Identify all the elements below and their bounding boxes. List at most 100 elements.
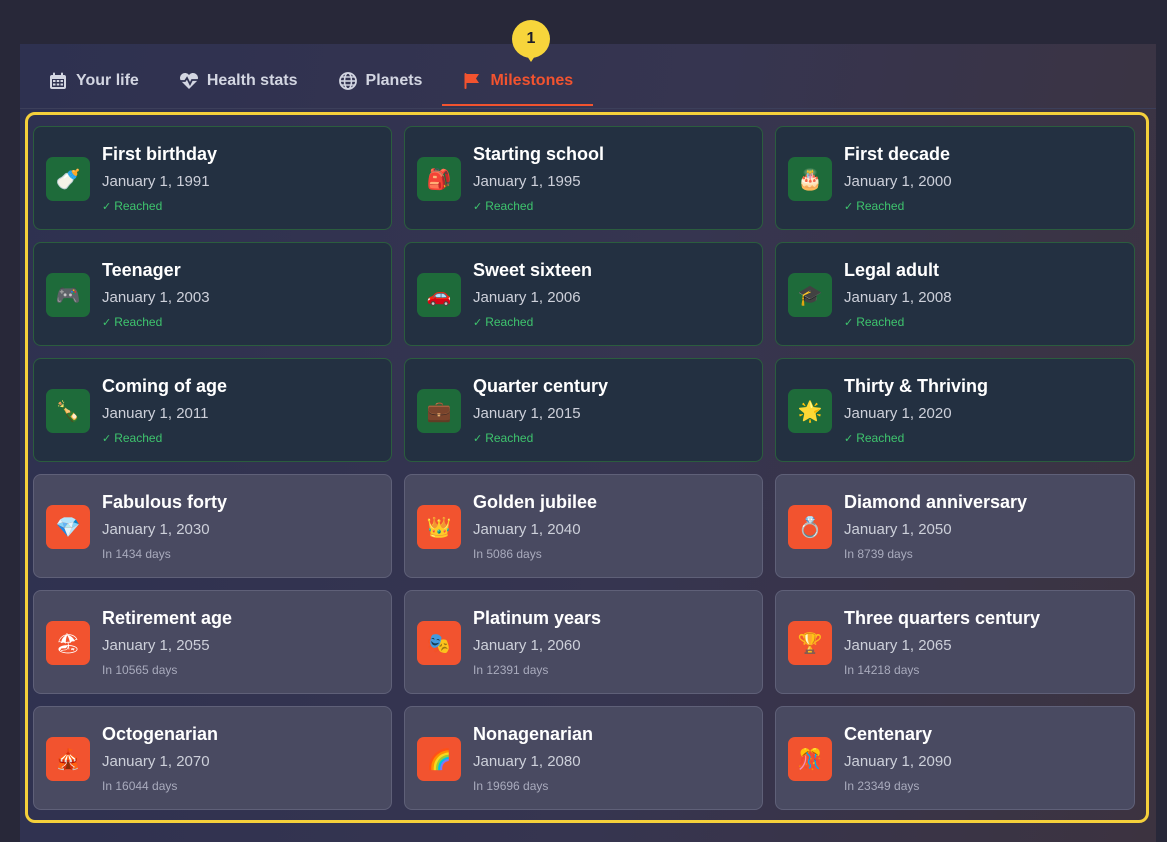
beach-icon-glyph: 🏖 [55, 632, 81, 655]
check-icon: ✓ [102, 201, 112, 213]
crown-icon: 👑 [417, 505, 461, 549]
graduation-cap-icon-glyph: 🎓 [797, 284, 823, 307]
check-icon: ✓ [473, 433, 483, 445]
milestone-date: January 1, 2070 [102, 753, 210, 770]
check-icon: ✓ [473, 317, 483, 329]
tab-label: Planets [365, 72, 423, 89]
milestone-status-text: Reached [856, 431, 905, 445]
milestone-status: ✓ Reached [473, 431, 750, 446]
milestone-title: Quarter century [473, 376, 609, 396]
milestone-status-text: Reached [856, 315, 905, 329]
milestone-card: 🍼 First birthday January 1, 1991 ✓ Reached [33, 126, 392, 230]
milestone-status: ✓ Reached [844, 315, 1122, 330]
milestone-title: Sweet sixteen [473, 260, 593, 280]
car-icon-glyph: 🚗 [426, 284, 452, 307]
globe-icon [338, 71, 358, 91]
graduation-cap-icon: 🎓 [788, 273, 832, 317]
milestone-title: Centenary [844, 724, 933, 744]
milestone-date: January 1, 2020 [844, 405, 952, 422]
calendar-icon [48, 71, 68, 91]
milestone-title: Thirty & Thriving [844, 376, 988, 396]
tab-milestones[interactable]: Milestones [442, 56, 593, 106]
milestone-status-text: Reached [856, 199, 905, 213]
trophy-icon: 🏆 [788, 621, 832, 665]
milestone-status: In 23349 days [844, 779, 1122, 793]
milestone-date: January 1, 2040 [473, 521, 581, 538]
circus-tent-icon-glyph: 🎪 [55, 748, 81, 771]
milestone-date: January 1, 2008 [844, 289, 952, 306]
tab-bar: Your life Health stats Planets Milestone… [28, 56, 593, 108]
milestone-date: January 1, 2006 [473, 289, 581, 306]
milestone-status: In 10565 days [102, 663, 379, 677]
flag-icon [462, 71, 482, 91]
tab-health-stats[interactable]: Health stats [159, 56, 318, 106]
milestone-title: Retirement age [102, 608, 233, 628]
milestone-status: ✓ Reached [844, 431, 1122, 446]
milestone-status-text: In 10565 days [102, 663, 178, 677]
milestone-status-text: In 5086 days [473, 547, 542, 561]
tab-divider [20, 108, 1156, 109]
check-icon: ✓ [102, 433, 112, 445]
game-controller-icon-glyph: 🎮 [55, 284, 81, 307]
milestone-card: 🎒 Starting school January 1, 1995 ✓ Reached [404, 126, 763, 230]
milestone-status-text: Reached [114, 315, 163, 329]
theater-icon-glyph: 🎭 [426, 632, 452, 655]
step-badge: 1 [512, 20, 550, 62]
milestone-status: In 1434 days [102, 547, 379, 561]
milestone-title: Legal adult [844, 260, 940, 280]
milestone-card: 🎮 Teenager January 1, 2003 ✓ Reached [33, 242, 392, 346]
check-icon: ✓ [844, 433, 854, 445]
champagne-icon: 🍾 [46, 389, 90, 433]
milestone-date: January 1, 2003 [102, 289, 210, 306]
tab-label: Health stats [206, 72, 298, 89]
milestone-status: In 16044 days [102, 779, 379, 793]
milestone-status-text: Reached [485, 431, 534, 445]
tab-label: Milestones [490, 72, 574, 89]
star-icon: 🌟 [788, 389, 832, 433]
crown-icon-glyph: 👑 [426, 516, 452, 539]
milestone-date: January 1, 1991 [102, 173, 210, 190]
theater-icon: 🎭 [417, 621, 461, 665]
milestone-status: In 5086 days [473, 547, 750, 561]
milestone-status-text: In 12391 days [473, 663, 549, 677]
milestone-status: ✓ Reached [102, 431, 379, 446]
briefcase-icon: 💼 [417, 389, 461, 433]
milestone-date: January 1, 2015 [473, 405, 581, 422]
milestone-card: 🎓 Legal adult January 1, 2008 ✓ Reached [775, 242, 1135, 346]
milestone-card: 🎂 First decade January 1, 2000 ✓ Reached [775, 126, 1135, 230]
tab-your-life[interactable]: Your life [28, 56, 159, 106]
milestone-status: In 8739 days [844, 547, 1122, 561]
milestone-date: January 1, 2055 [102, 637, 210, 654]
milestone-status: ✓ Reached [102, 315, 379, 330]
briefcase-icon-glyph: 💼 [426, 400, 452, 423]
milestone-status-text: Reached [114, 199, 163, 213]
milestone-title: Starting school [473, 144, 605, 164]
ring-icon-glyph: 💍 [797, 516, 823, 539]
milestone-card: 👑 Golden jubilee January 1, 2040 In 5086 da… [404, 474, 763, 578]
milestone-date: January 1, 2080 [473, 753, 581, 770]
check-icon: ✓ [102, 317, 112, 329]
milestone-card: 🎭 Platinum years January 1, 2060 In 12391 d… [404, 590, 763, 694]
confetti-icon-glyph: 🎊 [797, 748, 823, 771]
milestone-title: Diamond anniversary [844, 492, 1028, 512]
check-icon: ✓ [844, 201, 854, 213]
birthday-cake-icon-glyph: 🎂 [797, 168, 823, 191]
milestone-title: Three quarters century [844, 608, 1041, 628]
milestone-status: In 12391 days [473, 663, 750, 677]
milestone-status: ✓ Reached [102, 199, 379, 214]
milestone-grid: 🍼 First birthday January 1, 1991 ✓ Reached 🎒 S… [33, 126, 1135, 810]
milestone-title: Octogenarian [102, 724, 219, 744]
milestone-status-text: Reached [485, 315, 534, 329]
milestone-status: ✓ Reached [473, 199, 750, 214]
milestone-date: January 1, 2011 [102, 405, 209, 422]
milestone-card: 💼 Quarter century January 1, 2015 ✓ Reached [404, 358, 763, 462]
milestone-title: Nonagenarian [473, 724, 594, 744]
star-icon-glyph: 🌟 [797, 400, 823, 423]
tab-label: Your life [76, 72, 139, 89]
milestone-card: 💎 Fabulous forty January 1, 2030 In 1434 da… [33, 474, 392, 578]
check-icon: ✓ [844, 317, 854, 329]
tab-planets[interactable]: Planets [318, 56, 443, 106]
milestone-date: January 1, 2065 [844, 637, 952, 654]
milestone-card: 🏖 Retirement age January 1, 2055 In 10565 d… [33, 590, 392, 694]
milestone-title: Platinum years [473, 608, 602, 628]
